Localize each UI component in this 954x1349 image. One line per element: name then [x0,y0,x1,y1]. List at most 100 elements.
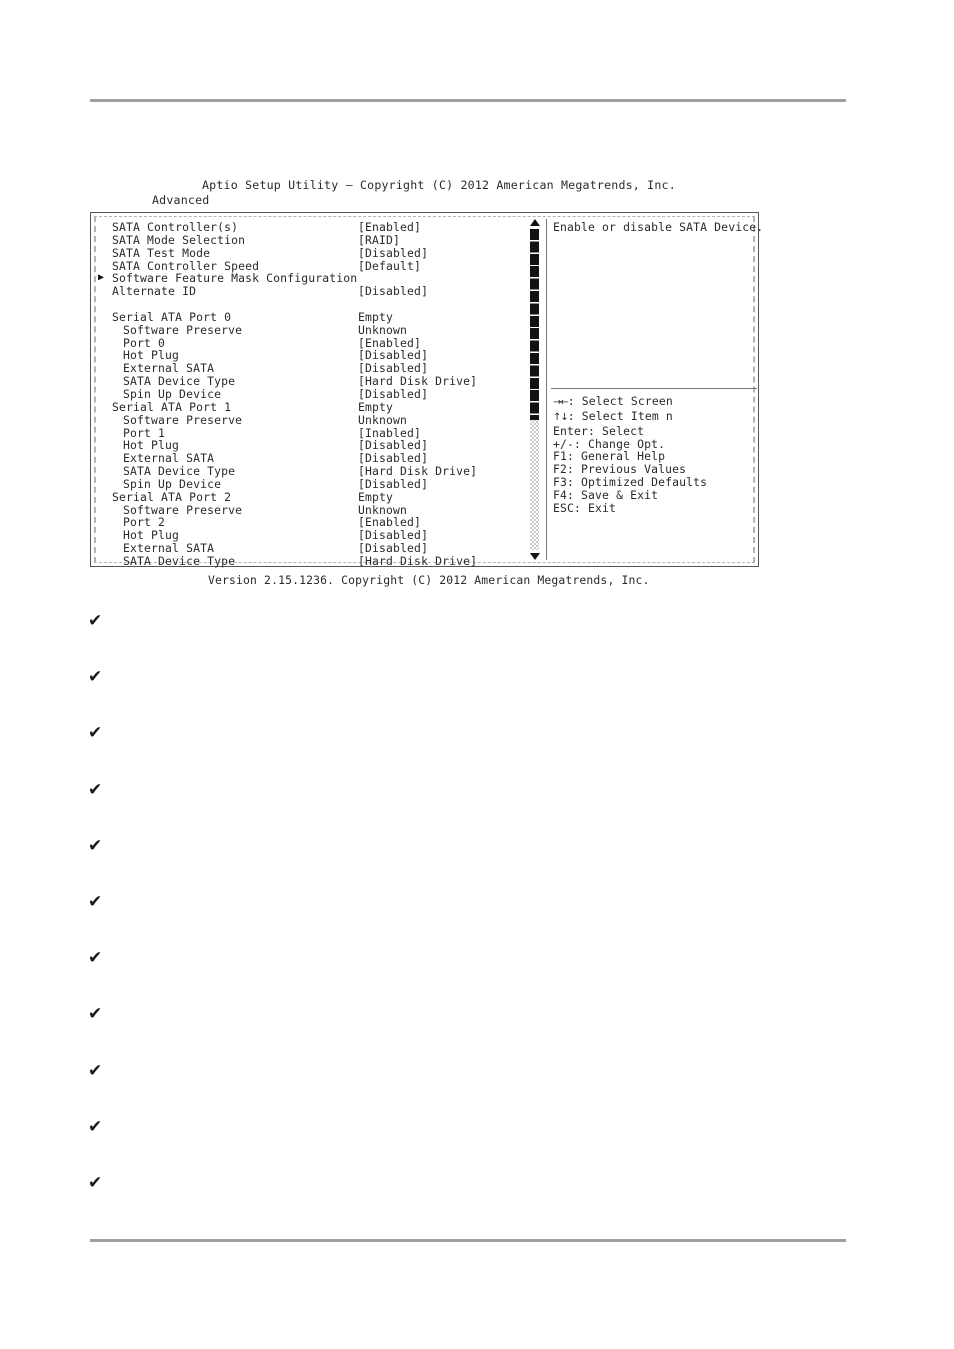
bios-option-row[interactable]: Serial ATA Port 2 Empty [98,489,523,504]
submenu-arrow-icon [98,414,112,427]
bios-title: Aptio Setup Utility – Copyright (C) 2012… [202,178,676,192]
bios-option-row[interactable]: External SATA [Disabled] [98,542,523,555]
submenu-arrow-icon [98,439,112,452]
bios-option-row[interactable]: Alternate ID [Disabled] [98,285,523,298]
bios-key-hint: →←: Select Screen [553,395,707,410]
check-icon: ✔ [88,667,103,688]
checkmark-item: ✔ [88,1117,102,1173]
arrow-key-icon: →← [553,397,569,408]
submenu-arrow-icon [98,285,112,298]
check-icon: ✔ [88,1060,103,1081]
bios-option-row[interactable]: SATA Device Type [Hard Disk Drive] [98,555,523,568]
bios-option-row[interactable]: SATA Test Mode [Disabled] [98,245,523,260]
bios-option-label: Spin Up Device [123,476,222,491]
bios-option-row[interactable]: Serial ATA Port 1 Empty [98,399,523,414]
bios-option-label: SATA Device Type [123,464,236,479]
checkmark-item: ✔ [88,723,102,779]
checkmark-item: ✔ [88,611,102,667]
submenu-arrow-icon [98,516,112,529]
bios-tab-advanced[interactable]: Advanced [90,193,866,208]
page-top-rule [90,99,846,102]
bios-help-panel: Enable or disable SATA Device. →←: Selec… [547,219,763,560]
bios-option-label [112,298,358,311]
submenu-arrow-icon [98,247,112,260]
submenu-arrow-icon [98,388,112,401]
bios-option-label: SATA Controller(s) [112,220,239,234]
submenu-arrow-icon [98,504,112,517]
bios-option-value[interactable]: [Disabled] [358,246,523,260]
scrollbar-thumb[interactable] [530,229,539,420]
scroll-up-arrow-icon[interactable] [530,219,540,226]
bios-option-value[interactable]: [Disabled] [358,285,523,298]
bios-option-row[interactable]: Spin Up Device [Disabled] [98,388,523,401]
bios-option-row[interactable]: Spin Up Device [Disabled] [98,478,523,491]
submenu-arrow-icon [98,478,112,491]
bios-option-label: Alternate ID [112,284,197,299]
submenu-arrow-icon [98,555,112,568]
bios-option-value[interactable]: [Disabled] [358,478,523,491]
bios-option-label: External SATA [123,541,215,556]
bios-option-value[interactable]: [Disabled] [358,388,523,401]
bios-option-row[interactable]: SATA Controller(s) [Enabled] [98,221,523,234]
bios-option-value[interactable]: Empty [358,311,523,324]
bios-option-value[interactable]: Unknown [358,413,523,427]
submenu-arrow-icon [98,234,112,247]
check-icon: ✔ [88,779,103,800]
bios-version-footer: Version 2.15.1236. Copyright (C) 2012 Am… [208,573,650,587]
bios-option-row[interactable]: Software Preserve Unknown [98,322,523,337]
bios-option-label: SATA Test Mode [112,245,211,260]
checkmark-item: ✔ [88,948,102,1004]
submenu-arrow-icon: ▶ [98,272,105,284]
bios-option-label: Software Preserve [123,412,243,427]
submenu-arrow-icon [98,427,112,440]
scrollbar-track[interactable] [530,229,539,550]
bios-option-value[interactable]: [RAID] [358,233,523,247]
bios-key-hint: ESC: Exit [553,501,707,515]
check-icon: ✔ [88,611,103,631]
submenu-arrow-icon [98,401,112,414]
bios-option-value[interactable]: [Enabled] [358,221,523,234]
bios-option-row[interactable]: Serial ATA Port 0 Empty [98,311,523,324]
page-bottom-rule [90,1239,846,1242]
check-icon: ✔ [88,891,103,912]
bios-option-value[interactable]: Unknown [358,323,523,337]
bios-option-row[interactable]: Software Preserve Unknown [98,412,523,427]
bios-option-value[interactable]: [Hard Disk Drive] [358,465,523,478]
submenu-arrow-icon [98,311,112,324]
submenu-arrow-icon [98,337,112,350]
bios-option-value[interactable]: [Hard Disk Drive] [358,555,523,568]
bios-option-row[interactable]: SATA Device Type [Hard Disk Drive] [98,465,523,478]
bios-option-row[interactable]: SATA Mode Selection [RAID] [98,232,523,247]
bios-key-legend: →←: Select Screen ↑↓: Select Item n Enter:… [553,395,707,515]
check-icon: ✔ [88,1004,103,1025]
submenu-arrow-icon [98,349,112,362]
bios-option-value[interactable]: Empty [358,490,523,504]
bios-option-label: SATA Device Type [123,553,236,568]
bios-option-label: Serial ATA Port 0 [112,309,232,324]
submenu-arrow-icon [98,298,112,311]
checkmark-item: ✔ [88,892,102,948]
bios-scrollbar[interactable] [529,219,542,560]
submenu-arrow-icon [98,452,112,465]
bios-option-label: Serial ATA Port 2 [112,489,232,504]
bios-option-value[interactable]: [Disabled] [358,542,523,555]
bios-option-value[interactable] [358,298,523,311]
bios-option-value[interactable]: [Default] [358,259,523,273]
bios-option-label: Spin Up Device [123,386,222,401]
bios-option-label: Software Preserve [123,322,243,337]
bios-option-label: SATA Mode Selection [112,232,246,247]
scroll-down-arrow-icon[interactable] [530,553,540,560]
bios-option-label: Serial ATA Port 1 [112,399,232,414]
submenu-arrow-icon [98,324,112,337]
submenu-arrow-icon [98,221,112,234]
submenu-arrow-icon [98,542,112,555]
help-separator [551,388,758,389]
bios-setup-screenshot: Aptio Setup Utility – Copyright (C) 2012… [90,178,866,587]
submenu-arrow-icon [98,491,112,504]
submenu-arrow-icon [98,375,112,388]
check-icon: ✔ [88,723,103,744]
bios-frame: SATA Controller(s) [Enabled] SATA Mode Sel… [90,212,763,568]
check-icon: ✔ [88,835,103,856]
submenu-arrow-icon [98,362,112,375]
bios-option-value[interactable]: Empty [358,400,523,414]
